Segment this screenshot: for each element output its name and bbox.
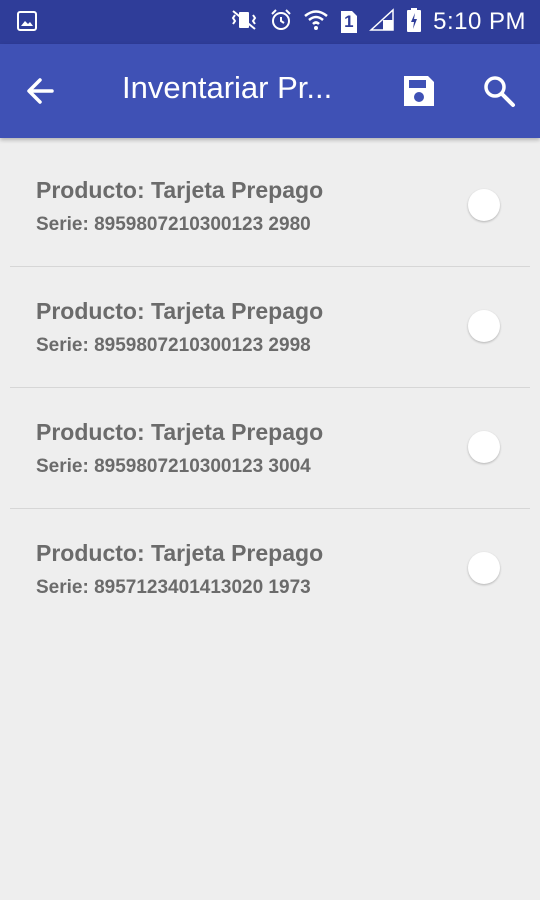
sim-icon: 1 [339, 9, 359, 35]
select-radio[interactable] [468, 310, 500, 342]
search-icon [484, 76, 515, 107]
product-label: Producto: Tarjeta Prepago [36, 177, 324, 203]
save-icon [404, 76, 434, 106]
serial-label: Serie: 8957123401413020 1973 [36, 577, 311, 598]
vibrate-mute-icon [229, 8, 259, 36]
serial-label: Serie: 8959807210300123 3004 [36, 456, 311, 477]
select-radio[interactable] [468, 189, 500, 221]
page-title: Inventariar Pr... [122, 70, 333, 105]
image-notification-icon [16, 10, 38, 36]
serial-label: Serie: 8959807210300123 2998 [36, 335, 311, 356]
inventory-list: Producto: Tarjeta Prepago Serie: 8959807… [0, 146, 540, 629]
save-button[interactable] [400, 72, 438, 110]
product-label: Producto: Tarjeta Prepago [36, 540, 324, 566]
status-time: 5:10 PM [433, 8, 526, 35]
back-button[interactable] [22, 72, 60, 110]
list-item[interactable]: Producto: Tarjeta Prepago Serie: 8957123… [10, 509, 530, 629]
status-bar: 1 5:10 PM [0, 0, 540, 44]
search-button[interactable] [480, 72, 518, 110]
select-radio[interactable] [468, 431, 500, 463]
product-label: Producto: Tarjeta Prepago [36, 298, 324, 324]
app-bar: Inventariar Pr... [0, 44, 540, 138]
list-item[interactable]: Producto: Tarjeta Prepago Serie: 8959807… [10, 146, 530, 267]
select-radio[interactable] [468, 552, 500, 584]
back-arrow-icon [27, 78, 54, 104]
product-label: Producto: Tarjeta Prepago [36, 419, 324, 445]
battery-charging-icon [405, 7, 423, 37]
list-item[interactable]: Producto: Tarjeta Prepago Serie: 8959807… [10, 267, 530, 388]
alarm-icon [269, 8, 293, 36]
wifi-icon [303, 8, 329, 36]
sim-slot-number: 1 [344, 12, 354, 31]
status-icons: 1 5:10 PM [229, 0, 526, 44]
signal-icon [369, 8, 395, 36]
list-item[interactable]: Producto: Tarjeta Prepago Serie: 8959807… [10, 388, 530, 509]
serial-label: Serie: 8959807210300123 2980 [36, 214, 311, 235]
